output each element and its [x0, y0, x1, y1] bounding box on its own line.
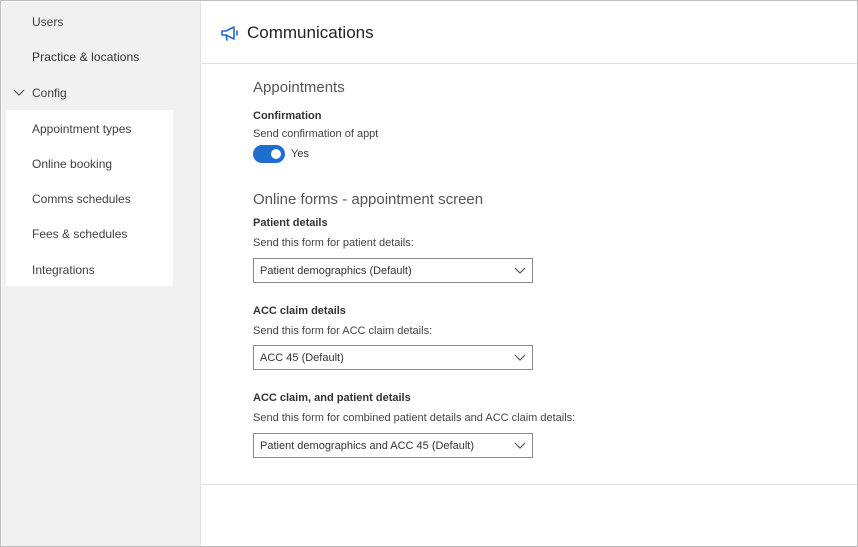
combined-select[interactable]: Patient demographics and ACC 45 (Default… [253, 433, 533, 458]
sidebar-item-users[interactable]: Users [32, 15, 63, 29]
sidebar-item-config[interactable]: Config [32, 86, 67, 100]
chevron-down-icon [514, 442, 526, 449]
sidebar-item-practice-locations[interactable]: Practice & locations [32, 50, 139, 64]
online-forms-section-title: Online forms - appointment screen [253, 191, 484, 208]
sidebar: Users Practice & locations Config Appoin… [2, 2, 200, 546]
confirmation-description: Send confirmation of appt [253, 128, 379, 140]
sidebar-item-comms-schedules[interactable]: Comms schedules [32, 192, 131, 206]
config-submenu: Appointment types Online booking Comms s… [6, 110, 173, 286]
chevron-down-icon [514, 267, 526, 274]
acc-claim-select[interactable]: ACC 45 (Default) [253, 345, 533, 370]
app-frame: Users Practice & locations Config Appoin… [0, 0, 858, 547]
confirmation-label: Confirmation [253, 110, 322, 122]
patient-details-label: Patient details [253, 217, 328, 229]
toggle-knob [271, 149, 281, 159]
patient-details-select-value: Patient demographics (Default) [260, 265, 412, 277]
page-title: Communications [247, 23, 374, 42]
appointments-section-title: Appointments [253, 79, 345, 96]
acc-claim-label: ACC claim details [253, 305, 346, 317]
confirmation-toggle-label: Yes [291, 148, 309, 160]
patient-details-description: Send this form for patient details: [253, 237, 414, 249]
content-divider [201, 484, 857, 485]
sidebar-item-appointment-types[interactable]: Appointment types [32, 122, 131, 136]
megaphone-icon [221, 26, 238, 41]
combined-select-value: Patient demographics and ACC 45 (Default… [260, 440, 475, 452]
chevron-down-icon[interactable] [12, 86, 26, 100]
combined-label: ACC claim, and patient details [253, 392, 411, 404]
acc-claim-select-value: ACC 45 (Default) [260, 352, 344, 364]
patient-details-select[interactable]: Patient demographics (Default) [253, 258, 533, 283]
sidebar-item-fees-schedules[interactable]: Fees & schedules [32, 227, 127, 241]
confirmation-toggle[interactable] [253, 145, 285, 163]
sidebar-item-integrations[interactable]: Integrations [32, 263, 95, 277]
sidebar-item-online-booking[interactable]: Online booking [32, 157, 112, 171]
page-header: Communications [201, 2, 857, 64]
combined-description: Send this form for combined patient deta… [253, 412, 576, 424]
chevron-down-icon [514, 354, 526, 361]
acc-claim-description: Send this form for ACC claim details: [253, 325, 433, 337]
main-content: Communications Appointments Confirmation… [200, 2, 857, 546]
